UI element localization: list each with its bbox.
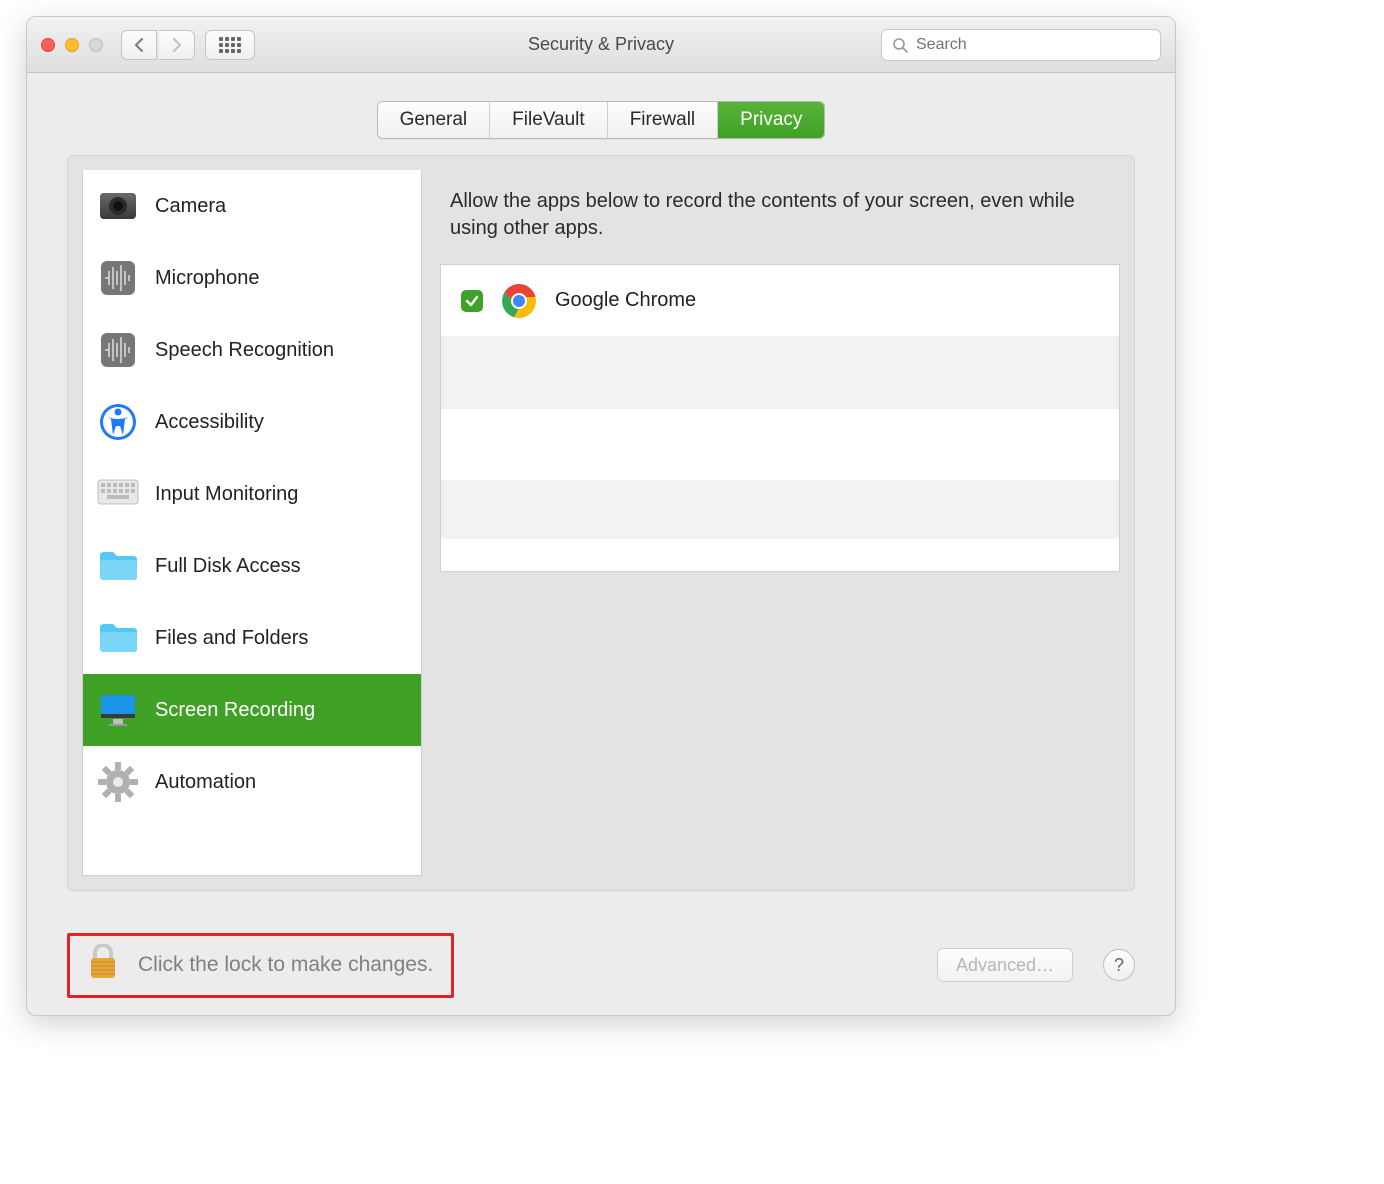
lock-text: Click the lock to make changes. [138, 953, 433, 977]
folder-icon [97, 545, 139, 587]
tabs: General FileVault Firewall Privacy [377, 101, 826, 139]
accessibility-icon [97, 401, 139, 443]
app-row[interactable]: Google Chrome [441, 265, 1119, 337]
sidebar-item-microphone[interactable]: Microphone [83, 242, 421, 314]
gear-icon [97, 761, 139, 803]
close-window-button[interactable] [41, 38, 55, 52]
advanced-button[interactable]: Advanced… [937, 948, 1073, 982]
sidebar-item-label: Accessibility [155, 411, 264, 434]
sidebar-item-automation[interactable]: Automation [83, 746, 421, 818]
sidebar-item-camera[interactable]: Camera [83, 170, 421, 242]
app-checkbox[interactable] [461, 290, 483, 312]
sidebar-item-full-disk-access[interactable]: Full Disk Access [83, 530, 421, 602]
sidebar-item-screen-recording[interactable]: Screen Recording [83, 674, 421, 746]
tab-filevault[interactable]: FileVault [490, 102, 608, 138]
chevron-left-icon [133, 37, 145, 53]
sidebar-item-files-and-folders[interactable]: Files and Folders [83, 602, 421, 674]
search-icon [892, 37, 908, 53]
maximize-window-button[interactable] [89, 38, 103, 52]
section-description: Allow the apps below to record the conte… [440, 170, 1120, 264]
tabs-container: General FileVault Firewall Privacy [27, 73, 1175, 139]
speech-icon [97, 329, 139, 371]
tab-privacy[interactable]: Privacy [718, 102, 824, 138]
lock-area-highlight: Click the lock to make changes. [67, 933, 454, 998]
sidebar-item-label: Speech Recognition [155, 339, 334, 362]
sidebar-item-label: Input Monitoring [155, 483, 298, 506]
titlebar: Security & Privacy [27, 17, 1175, 73]
minimize-window-button[interactable] [65, 38, 79, 52]
app-name: Google Chrome [555, 289, 696, 312]
sidebar-item-input-monitoring[interactable]: Input Monitoring [83, 458, 421, 530]
grid-icon [219, 37, 241, 53]
privacy-categories-list[interactable]: Camera Microphone Speech Recognition Acc… [82, 170, 422, 876]
camera-icon [97, 185, 139, 227]
footer: Click the lock to make changes. Advanced… [27, 915, 1175, 1015]
sidebar-item-accessibility[interactable]: Accessibility [83, 386, 421, 458]
sidebar-item-label: Screen Recording [155, 699, 315, 722]
sidebar-item-label: Microphone [155, 267, 260, 290]
help-button[interactable]: ? [1103, 949, 1135, 981]
lock-icon[interactable] [88, 944, 118, 987]
window-controls [41, 38, 103, 52]
back-button[interactable] [121, 30, 157, 60]
app-row-empty [441, 539, 1119, 567]
preferences-window: Security & Privacy General FileVault Fir… [26, 16, 1176, 1016]
check-icon [465, 294, 479, 308]
sidebar-item-label: Files and Folders [155, 627, 308, 650]
keyboard-icon [97, 473, 139, 515]
forward-button[interactable] [159, 30, 195, 60]
sidebar-item-label: Automation [155, 771, 256, 794]
app-row-empty [441, 337, 1119, 409]
content-area: Allow the apps below to record the conte… [440, 170, 1120, 876]
sidebar-item-label: Full Disk Access [155, 555, 301, 578]
sidebar-item-speech-recognition[interactable]: Speech Recognition [83, 314, 421, 386]
search-input[interactable] [916, 36, 1150, 54]
app-row-empty [441, 409, 1119, 481]
search-field[interactable] [881, 29, 1161, 61]
tab-firewall[interactable]: Firewall [608, 102, 718, 138]
app-row-empty [441, 481, 1119, 539]
privacy-panel: Camera Microphone Speech Recognition Acc… [67, 155, 1135, 891]
microphone-icon [97, 257, 139, 299]
chrome-icon [501, 283, 537, 319]
chevron-right-icon [171, 37, 183, 53]
display-icon [97, 689, 139, 731]
sidebar-item-label: Camera [155, 195, 226, 218]
tab-general[interactable]: General [378, 102, 491, 138]
show-all-button[interactable] [205, 30, 255, 60]
allowed-apps-list[interactable]: Google Chrome [440, 264, 1120, 572]
nav-buttons [121, 30, 195, 60]
folder-icon [97, 617, 139, 659]
